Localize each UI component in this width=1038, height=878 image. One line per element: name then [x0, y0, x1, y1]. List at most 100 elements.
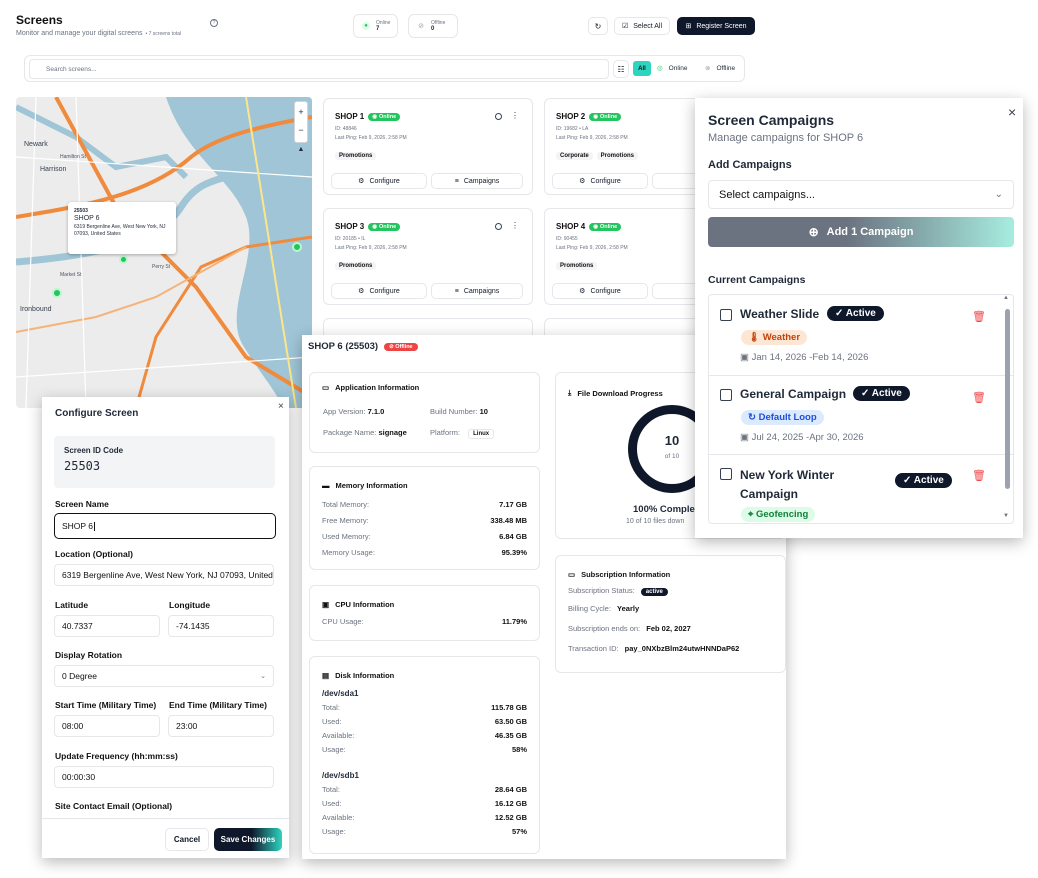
field-value: 7.1.0 — [367, 407, 385, 416]
info-row: Free Memory: 338.48 MB — [322, 516, 527, 525]
campaigns-button[interactable]: ≡ Campaigns — [431, 173, 523, 189]
status-label: Online — [600, 113, 618, 120]
more-icon[interactable]: ⋮ — [511, 221, 519, 230]
page-title: Screens — [16, 13, 63, 27]
scroll-up-icon[interactable]: ▲ — [1003, 295, 1009, 301]
filter-settings-button[interactable]: ☷ — [613, 60, 629, 78]
subscription-title: ▭ Subscription Information — [568, 570, 773, 579]
app-version: App Version: 7.1.0 — [323, 407, 384, 416]
screen-card[interactable]: SHOP 4 ◉ Online ID: 90455 Last Ping: Feb … — [544, 208, 704, 305]
campaigns-button[interactable]: ≡ Campaigns — [431, 283, 523, 299]
screen-id-box: Screen ID Code 25503 — [54, 436, 275, 488]
campaign-checkbox[interactable] — [720, 389, 732, 401]
tag-label: Geofencing — [756, 509, 809, 520]
select-all-button[interactable]: ☑ Select All — [614, 17, 670, 35]
progress-percent: 100% Comple — [633, 504, 695, 515]
detail-header: SHOP 6 (25503) ⊘ Offline — [308, 341, 418, 352]
memory-icon: ▬ — [322, 481, 330, 490]
location-input[interactable]: 6319 Bergenline Ave, West New York, NJ 0… — [54, 564, 274, 586]
filter-online-button[interactable]: ◎ Online — [657, 64, 687, 73]
filter-all-button[interactable]: All — [633, 61, 651, 76]
popup-address: 6319 Bergenline Ave, West New York, NJ 0… — [74, 224, 166, 237]
screen-card[interactable]: SHOP 1 ◉ Online ⋮ ID: 48846 Last Ping: Fe… — [323, 98, 533, 195]
campaign-checkbox[interactable] — [720, 309, 732, 321]
rotation-select[interactable]: 0 Degree ⌄ — [54, 665, 274, 687]
help-icon[interactable]: ? — [210, 19, 218, 27]
add-campaign-button[interactable]: ⊕ Add 1 Campaign — [708, 217, 1014, 247]
screen-card[interactable]: SHOP 3 ◉ Online ⋮ ID: 20185 • IL Last Pin… — [323, 208, 533, 305]
popup-name: SHOP 6 — [74, 215, 100, 222]
input-value: 08:00 — [62, 721, 84, 731]
campaign-item[interactable]: General Campaign ✓ Active 🗑 ↻ Default Lo… — [709, 375, 1013, 454]
gear-icon: ⚙ — [358, 288, 365, 295]
map-marker[interactable] — [119, 255, 128, 264]
scrollbar[interactable] — [1005, 309, 1010, 489]
select-circle-icon[interactable] — [495, 113, 502, 120]
campaign-item[interactable]: Weather Slide ✓ Active 🗑 🌡 Weather ▣ Jan… — [709, 295, 1013, 375]
configure-button[interactable]: ⚙ Configure — [331, 283, 427, 299]
trash-icon[interactable]: 🗑 — [972, 391, 986, 404]
cpu-info-card: ▣ CPU Information CPU Usage: 11.79% — [309, 585, 540, 641]
online-stat: ● Online 7 — [353, 14, 398, 38]
screen-name-input[interactable]: SHOP 6 — [54, 513, 276, 539]
zoom-out-icon[interactable]: − — [295, 124, 307, 137]
offline-icon: ⊘ — [418, 23, 424, 30]
configure-button[interactable]: ⚙ Configure — [552, 283, 648, 299]
map-popup: 25503 SHOP 6 6319 Bergenline Ave, West N… — [68, 202, 176, 254]
campaign-item[interactable]: New York Winter Campaign ✓ Active 🗑 ⌖ Geo… — [709, 454, 1013, 523]
map-marker[interactable] — [292, 242, 302, 252]
field-value: 16.12 GB — [494, 799, 527, 808]
latitude-input[interactable]: 40.7337 — [54, 615, 160, 637]
tag: Promotions — [596, 152, 639, 160]
section-title: CPU Information — [335, 600, 395, 609]
plus-circle-icon: ⊕ — [808, 225, 819, 239]
longitude-input[interactable]: -74.1435 — [168, 615, 274, 637]
select-circle-icon[interactable] — [495, 223, 502, 230]
map-marker[interactable] — [52, 288, 62, 298]
screen-tags: Corporate Promotions — [556, 152, 639, 160]
configure-button[interactable]: ⚙ Configure — [331, 173, 427, 189]
trash-icon[interactable]: 🗑 — [972, 310, 986, 323]
filter-offline-button[interactable]: ⊗ Offline — [705, 64, 735, 73]
active-label: Active — [913, 475, 944, 486]
map-label-perry: Perry St — [152, 264, 171, 270]
map[interactable]: Newark Harrison Ironbound Hamilton St Pe… — [16, 97, 312, 408]
cancel-button[interactable]: Cancel — [165, 828, 209, 851]
weather-tag: 🌡 Weather — [741, 330, 808, 345]
campaigns-label: Campaigns — [463, 177, 500, 185]
end-time-label: End Time (Military Time) — [169, 700, 267, 710]
save-changes-button[interactable]: Save Changes — [214, 828, 282, 851]
campaign-list[interactable]: Weather Slide ✓ Active 🗑 🌡 Weather ▣ Jan… — [708, 294, 1014, 524]
monitor-plus-icon: ⊞ — [685, 23, 692, 30]
end-time-input[interactable]: 23:00 — [168, 715, 274, 737]
close-icon[interactable]: × — [1008, 104, 1016, 120]
subtitle-text: Monitor and manage your digital screens — [16, 30, 143, 37]
rotation-label: Display Rotation — [55, 650, 123, 660]
trash-icon[interactable]: 🗑 — [972, 469, 986, 482]
campaign-select[interactable]: Select campaigns... ⌄ — [708, 180, 1014, 209]
app-info-card: ▭ Application Information App Version: 7.… — [309, 372, 540, 453]
scroll-down-icon[interactable]: ▼ — [1003, 513, 1009, 519]
campaign-checkbox[interactable] — [720, 468, 732, 480]
register-screen-button[interactable]: ⊞ Register Screen — [677, 17, 755, 35]
zoom-in-icon[interactable]: + — [295, 106, 307, 119]
more-icon[interactable]: ⋮ — [511, 111, 519, 120]
frequency-input[interactable]: 00:00:30 — [54, 766, 274, 788]
refresh-button[interactable]: ↻ — [588, 17, 608, 35]
screen-card-header: SHOP 3 ◉ Online — [335, 222, 401, 231]
field-value: 115.78 GB — [491, 703, 527, 712]
offline-circle-icon: ⊗ — [705, 65, 711, 72]
configure-button[interactable]: ⚙ Configure — [552, 173, 648, 189]
map-label-hamilton: Hamilton St — [60, 154, 86, 160]
list-icon: ≡ — [454, 177, 459, 185]
search-input[interactable]: Search screens... — [29, 59, 609, 79]
section-title: Disk Information — [335, 671, 395, 680]
online-circle-icon: ◎ — [657, 65, 663, 72]
screen-card-header: SHOP 2 ◉ Online — [556, 112, 622, 121]
start-time-input[interactable]: 08:00 — [54, 715, 160, 737]
field-label: Total: — [322, 703, 340, 712]
screen-card[interactable]: SHOP 2 ◉ Online ID: 19682 • LA Last Ping:… — [544, 98, 704, 195]
check-square-icon: ☑ — [621, 23, 629, 30]
compass-icon[interactable]: ▲ — [295, 143, 307, 156]
close-icon[interactable]: × — [278, 401, 284, 412]
